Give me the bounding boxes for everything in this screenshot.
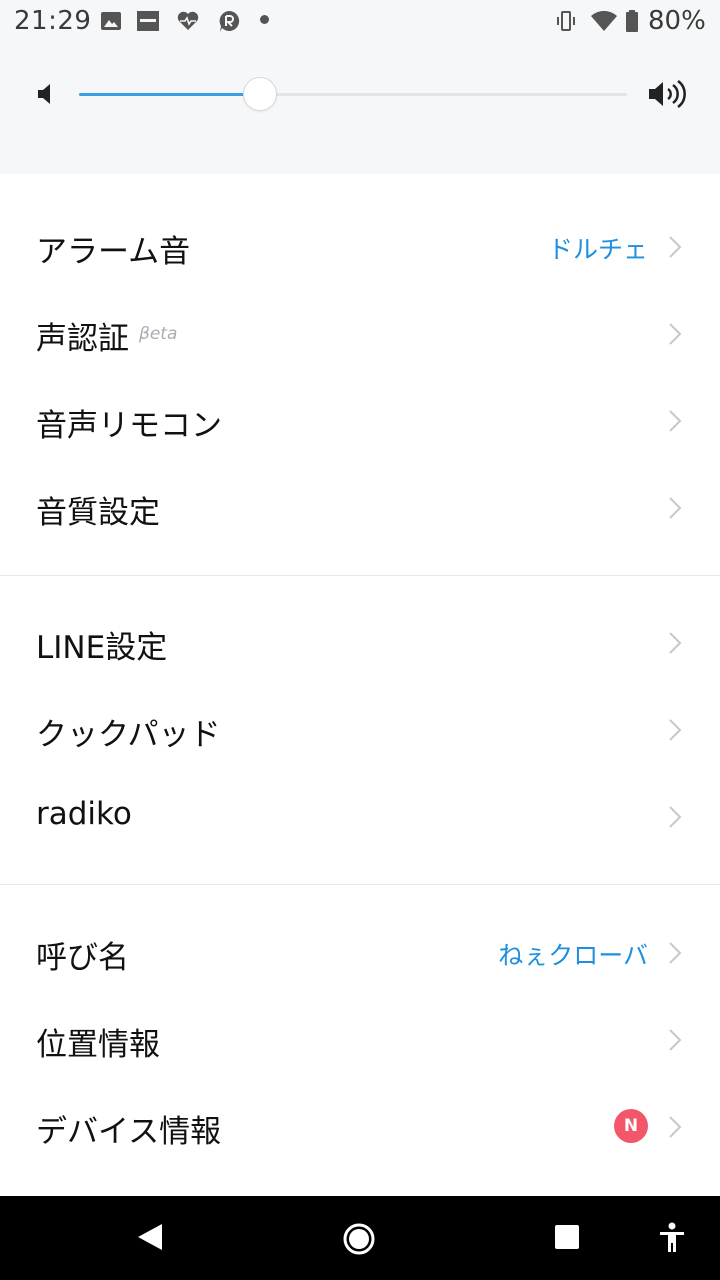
settings-row-voice-auth[interactable]: 声認証 βeta [0, 291, 720, 377]
chevron-right-icon [669, 497, 682, 519]
volume-slider[interactable] [79, 77, 627, 111]
row-label: LINE設定 [36, 630, 168, 666]
row-label: 音声リモコン [36, 408, 222, 444]
battery-icon [626, 10, 638, 32]
chevron-right-icon [669, 323, 682, 345]
recents-icon[interactable] [554, 1224, 580, 1250]
row-label: 音質設定 [36, 495, 160, 531]
row-value: ドルチェ [547, 235, 648, 264]
volume-control [0, 66, 720, 122]
new-badge: N [614, 1109, 648, 1143]
beta-tag: βeta [139, 324, 178, 344]
settings-row-voice-remote[interactable]: 音声リモコン [0, 378, 720, 464]
volume-low-icon[interactable] [36, 82, 56, 106]
r-app-icon [219, 10, 240, 32]
volume-high-icon[interactable] [648, 80, 688, 108]
row-label: 位置情報 [36, 1027, 160, 1063]
volume-slider-thumb[interactable] [242, 77, 277, 111]
row-value: ねぇクローバ [498, 941, 648, 970]
chevron-right-icon [669, 632, 682, 654]
vibrate-icon [557, 11, 575, 31]
chevron-right-icon [669, 942, 682, 964]
row-label: アラーム音 [36, 234, 191, 270]
row-label: デバイス情報 [36, 1114, 222, 1150]
divider [0, 884, 720, 885]
top-area: 21:29 80% [0, 0, 720, 174]
settings-row-line[interactable]: LINE設定 [0, 600, 720, 686]
settings-row-location[interactable]: 位置情報 [0, 997, 720, 1083]
battery-percent: 80% [648, 6, 706, 36]
settings-row-alarm-sound[interactable]: アラーム音 ドルチェ [0, 204, 720, 290]
heart-pulse-icon [177, 11, 199, 30]
accessibility-icon[interactable] [658, 1222, 686, 1254]
settings-row-device-info[interactable]: デバイス情報 N [0, 1084, 720, 1170]
ifttt-icon [137, 11, 159, 31]
chevron-right-icon [669, 1116, 682, 1138]
chevron-right-icon [669, 719, 682, 741]
dot-icon [260, 15, 269, 24]
volume-slider-fill [79, 93, 260, 96]
back-icon[interactable] [136, 1222, 164, 1252]
settings-row-radiko[interactable]: radiko [0, 774, 720, 860]
settings-row-wake-word[interactable]: 呼び名 ねぇクローバ [0, 910, 720, 996]
wifi-icon [591, 10, 617, 31]
row-label: radiko [36, 796, 132, 832]
settings-row-sound-quality[interactable]: 音質設定 [0, 465, 720, 551]
navigation-bar [0, 1196, 720, 1280]
chevron-right-icon [669, 410, 682, 432]
row-label: 呼び名 [36, 940, 129, 976]
divider [0, 575, 720, 576]
row-label: 声認証 βeta [36, 321, 178, 357]
status-time: 21:29 [14, 6, 92, 36]
chevron-right-icon [669, 1029, 682, 1051]
row-label: クックパッド [36, 717, 221, 753]
chevron-right-icon [669, 806, 682, 828]
settings-row-cookpad[interactable]: クックパッド [0, 687, 720, 773]
chevron-right-icon [669, 236, 682, 258]
image-icon [101, 12, 121, 30]
status-bar: 21:29 80% [0, 0, 720, 46]
home-icon[interactable] [342, 1222, 376, 1256]
